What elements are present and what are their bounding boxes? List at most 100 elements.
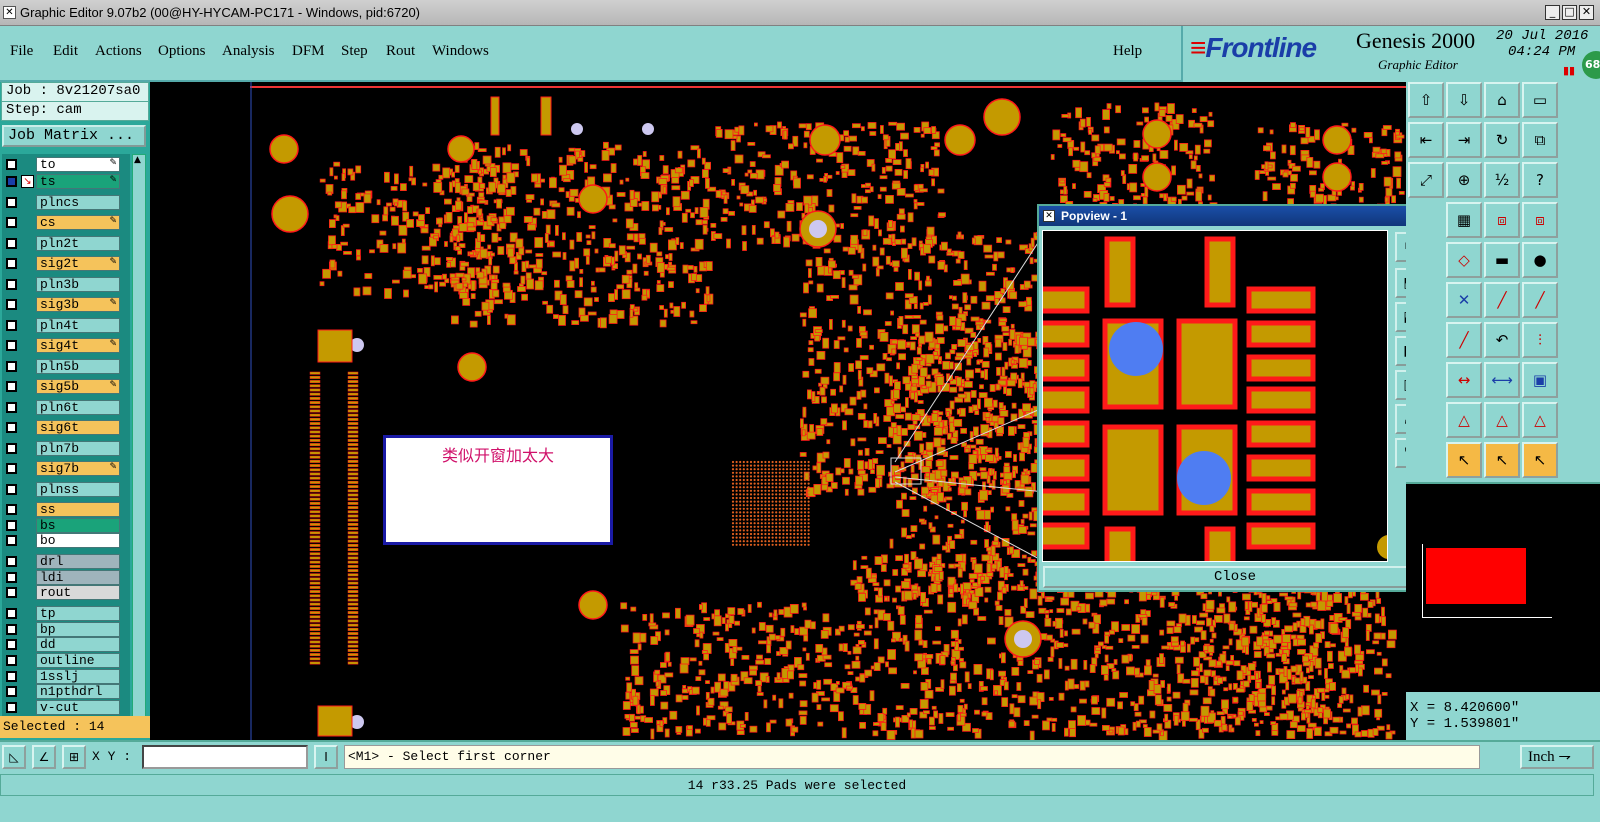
layer-checkbox[interactable] <box>6 624 17 635</box>
grid-snap-icon[interactable]: ⊞ <box>62 745 86 769</box>
menu-file[interactable]: File <box>10 43 33 60</box>
move-left-icon[interactable]: ⇤ <box>1408 122 1444 158</box>
layer-row-bo[interactable]: bo <box>2 532 130 549</box>
triangle-alt-icon[interactable]: △ <box>1522 402 1558 438</box>
layer-name[interactable]: pln7b <box>36 441 120 456</box>
layer-row-plnss[interactable]: plnss <box>2 481 130 498</box>
menu-help[interactable]: Help <box>1113 43 1142 60</box>
pause-icon[interactable]: ▮▮ <box>1563 64 1575 77</box>
layer-name[interactable]: plncs <box>36 195 120 210</box>
home-icon[interactable]: ⌂ <box>1484 82 1520 118</box>
layer-name[interactable]: plnss <box>36 482 120 497</box>
layer-name[interactable]: sig2t ✎ <box>36 256 120 271</box>
popview-drawing[interactable] <box>1043 231 1388 562</box>
layer-checkbox[interactable] <box>6 686 17 697</box>
layer-name[interactable]: bs <box>36 518 120 533</box>
select-feature-icon[interactable]: ↖ <box>1522 442 1558 478</box>
layer-name[interactable]: ts ✎ <box>36 174 120 189</box>
layer-color-icon[interactable]: ⧈ <box>1522 202 1558 238</box>
layer-checkbox[interactable] <box>6 639 17 650</box>
menu-analysis[interactable]: Analysis <box>222 43 275 60</box>
step-up-icon[interactable]: ⇧ <box>1408 82 1444 118</box>
layer-name[interactable]: sig7b ✎ <box>36 461 120 476</box>
cursor-icon[interactable]: I <box>314 745 338 769</box>
layer-row-ts[interactable]: ↘ ts ✎ <box>2 173 130 190</box>
layer-checkbox[interactable] <box>6 655 17 666</box>
redraw-icon[interactable]: ↻ <box>1484 122 1520 158</box>
layer-row-to[interactable]: to ✎ <box>2 156 130 173</box>
layer-row-drl[interactable]: drl <box>2 553 130 570</box>
layer-name[interactable]: pln3b <box>36 277 120 292</box>
layer-checkbox[interactable] <box>6 279 17 290</box>
layer-checkbox[interactable] <box>6 159 17 170</box>
layer-checkbox[interactable] <box>6 320 17 331</box>
layer-row-rout[interactable]: rout <box>2 584 130 601</box>
ruler-icon[interactable]: ▬ <box>1484 242 1520 278</box>
layer-row-ss[interactable]: ss <box>2 501 130 518</box>
scroll-up-icon[interactable]: ▲ <box>134 155 141 165</box>
layer-row-v-cut[interactable]: v-cut <box>2 699 130 716</box>
layer-row-dd[interactable]: dd <box>2 636 130 653</box>
maximize-icon[interactable]: □ <box>1562 5 1577 20</box>
layer-name[interactable]: tp <box>36 606 120 621</box>
layer-name[interactable]: outline <box>36 653 120 668</box>
zoom-one-to-two-icon[interactable]: ½ <box>1484 162 1520 198</box>
menu-rout[interactable]: Rout <box>386 43 415 60</box>
minimize-icon[interactable]: _ <box>1545 5 1560 20</box>
layer-row-n1pthdrl[interactable]: n1pthdrl <box>2 683 130 700</box>
layer-checkbox[interactable] <box>6 258 17 269</box>
layer-row-sig2t[interactable]: sig2t ✎ <box>2 255 130 272</box>
layer-row-cs[interactable]: cs ✎ <box>2 214 130 231</box>
window-icon[interactable]: ▭ <box>1522 82 1558 118</box>
layer-row-pln5b[interactable]: pln5b <box>2 358 130 375</box>
layer-name[interactable]: ss <box>36 502 120 517</box>
pad-icon[interactable]: ● <box>1522 242 1558 278</box>
select-net-icon[interactable]: ↖ <box>1484 442 1520 478</box>
layer-row-sig5b[interactable]: sig5b ✎ <box>2 378 130 395</box>
select-arrow-icon[interactable]: ↖ <box>1446 442 1482 478</box>
popview-close-button[interactable]: Close <box>1043 566 1427 588</box>
layer-row-outline[interactable]: outline <box>2 652 130 669</box>
layer-row-sig3b[interactable]: sig3b ✎ <box>2 296 130 313</box>
layer-row-sig6t[interactable]: sig6t <box>2 419 130 436</box>
layer-row-pln3b[interactable]: pln3b <box>2 276 130 293</box>
xy-input[interactable] <box>142 745 308 769</box>
overview-panel[interactable] <box>1406 482 1600 692</box>
menu-step[interactable]: Step <box>341 43 368 60</box>
layer-checkbox[interactable] <box>6 572 17 583</box>
layer-checkbox[interactable] <box>6 520 17 531</box>
layer-name[interactable]: sig5b ✎ <box>36 379 120 394</box>
layer-name[interactable]: ldi <box>36 570 120 585</box>
snap-icon[interactable]: ◺ <box>2 745 26 769</box>
layer-name[interactable]: dd <box>36 637 120 652</box>
draw-line-icon[interactable]: ╱ <box>1446 322 1482 358</box>
layer-name[interactable]: cs ✎ <box>36 215 120 230</box>
job-matrix-button[interactable]: Job Matrix ... <box>2 125 146 147</box>
layer-name[interactable]: pln4t <box>36 318 120 333</box>
layer-name[interactable]: sig6t <box>36 420 120 435</box>
menu-dfm[interactable]: DFM <box>292 43 325 60</box>
unit-selector[interactable]: Inch ⇁ <box>1520 745 1594 769</box>
layer-checkbox[interactable] <box>6 702 17 713</box>
layer-checkbox[interactable] <box>6 402 17 413</box>
layer-checkbox[interactable] <box>6 299 17 310</box>
close-icon[interactable]: ✕ <box>1579 5 1594 20</box>
layer-name[interactable]: sig3b ✎ <box>36 297 120 312</box>
symbol-icon[interactable]: ⫶ <box>1522 322 1558 358</box>
step-down-icon[interactable]: ⇩ <box>1446 82 1482 118</box>
menu-edit[interactable]: Edit <box>53 43 78 60</box>
layer-checkbox[interactable] <box>6 217 17 228</box>
layer-checkbox[interactable] <box>6 197 17 208</box>
layer-checkbox[interactable] <box>6 422 17 433</box>
layer-checkbox[interactable] <box>6 504 17 515</box>
zoom-area-icon[interactable]: ⊕ <box>1446 162 1482 198</box>
layer-name[interactable]: to ✎ <box>36 157 120 172</box>
layer-checkbox[interactable] <box>6 176 17 187</box>
layer-name[interactable]: pln6t <box>36 400 120 415</box>
layer-checkbox[interactable] <box>6 587 17 598</box>
zoom-fit-icon[interactable]: ⤢ <box>1408 162 1444 198</box>
layer-row-plncs[interactable]: plncs <box>2 194 130 211</box>
layer-checkbox[interactable] <box>6 671 17 682</box>
layer-name[interactable]: pln5b <box>36 359 120 374</box>
measure-pad-icon[interactable]: ▣ <box>1522 362 1558 398</box>
